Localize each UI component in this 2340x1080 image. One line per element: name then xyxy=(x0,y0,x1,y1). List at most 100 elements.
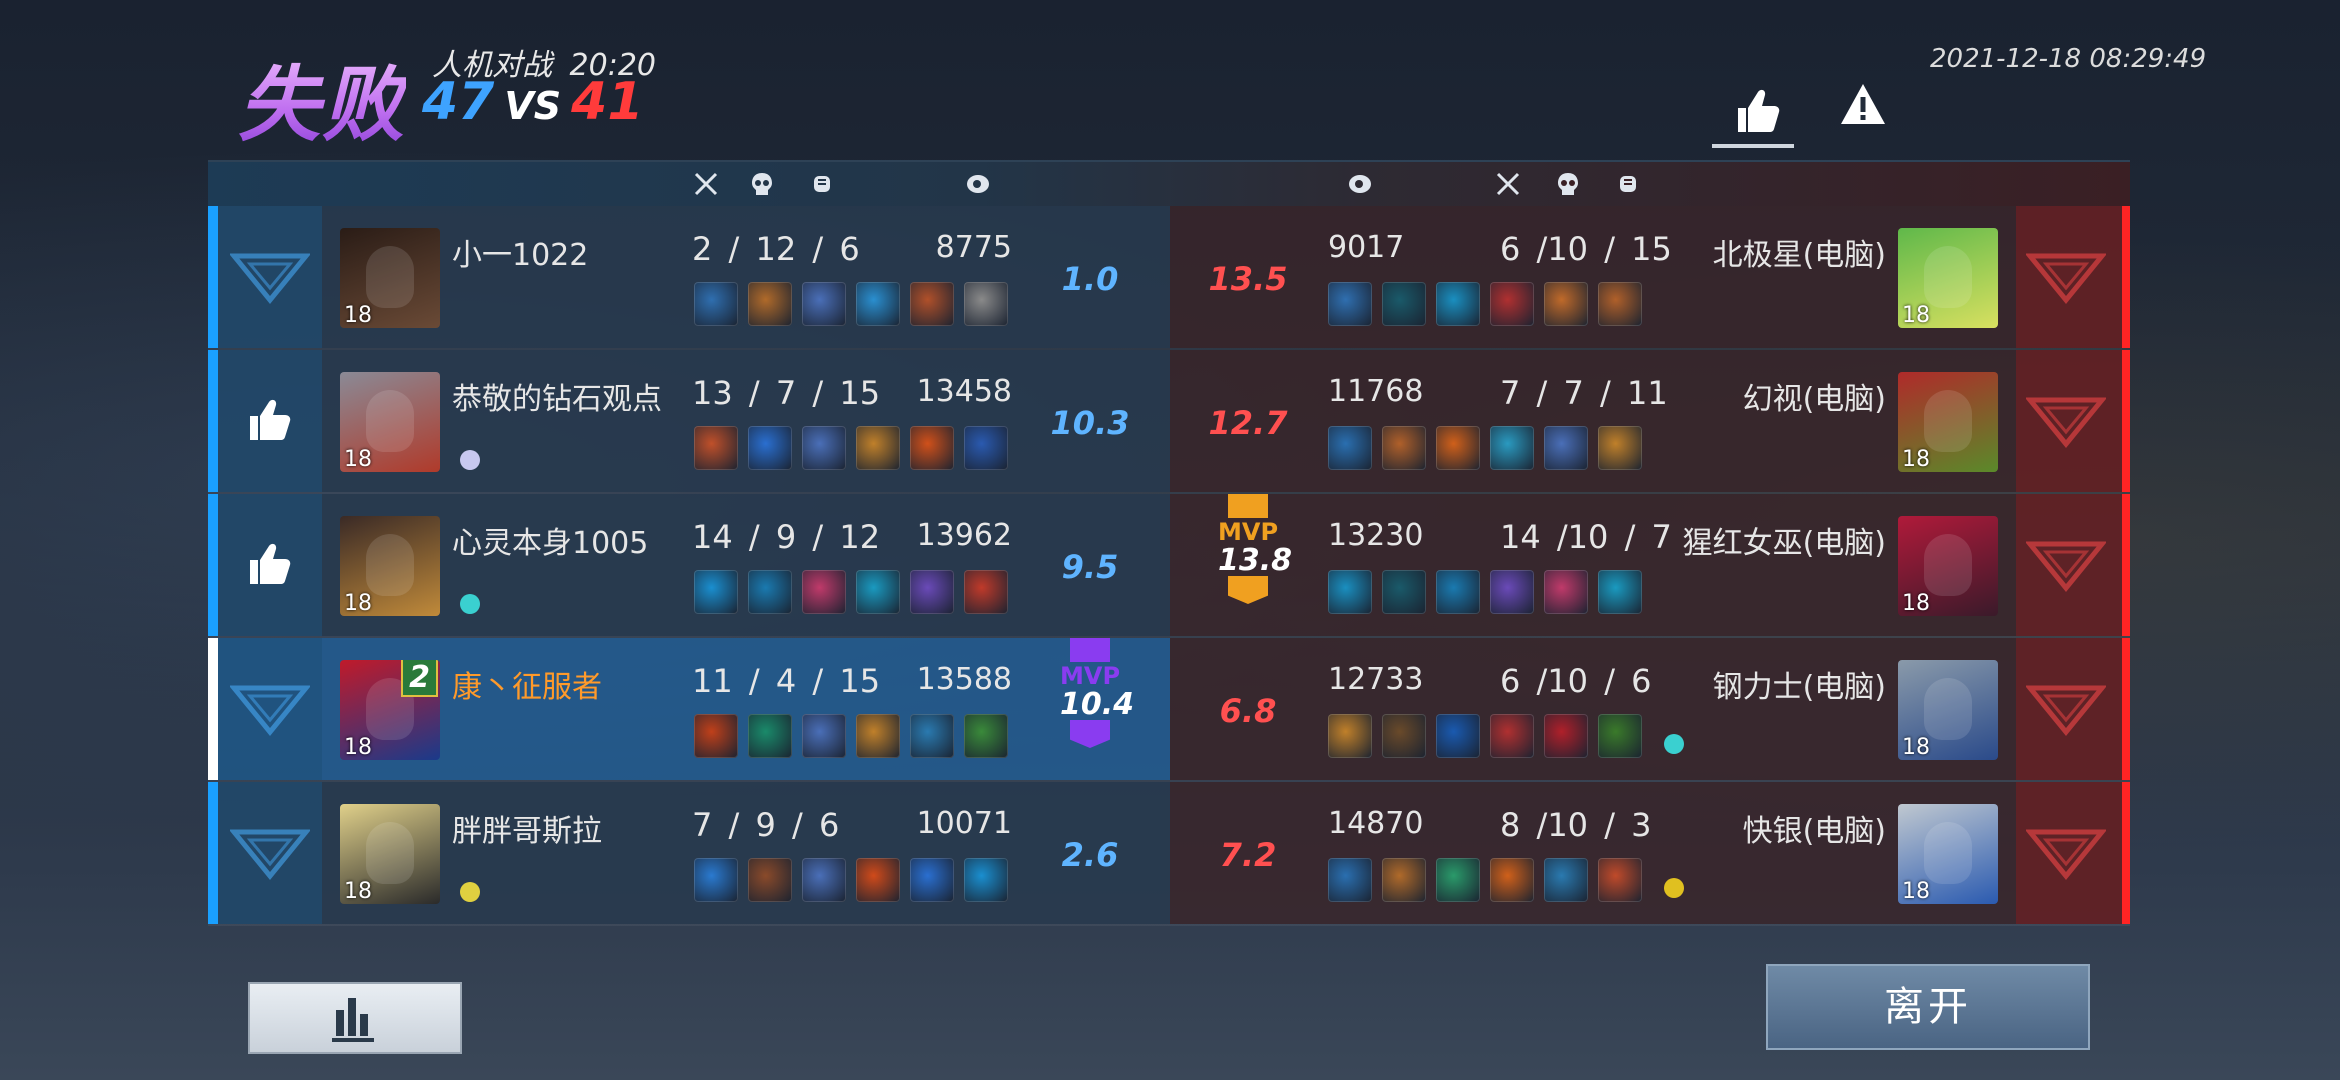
hero-level: 18 xyxy=(1902,303,1930,328)
item-icon xyxy=(694,570,738,614)
item-icon xyxy=(1436,282,1480,326)
hero-avatar: 18 xyxy=(1898,660,1998,760)
hero-avatar: 18 xyxy=(340,804,440,904)
item-icon xyxy=(1598,282,1642,326)
item-icon xyxy=(1436,426,1480,470)
kda: 6 /10 / 6 xyxy=(1500,662,1652,700)
blue-team-strip xyxy=(208,206,218,348)
hero-portrait xyxy=(366,390,414,452)
player-score: 1.0 xyxy=(1061,260,1119,298)
dislike-triangle-icon xyxy=(2024,829,2108,880)
dislike-player-button[interactable] xyxy=(2024,540,2108,592)
dislike-player-button[interactable] xyxy=(2024,252,2108,304)
blue-score: 47 xyxy=(422,72,495,132)
kda: 6 /10 / 15 xyxy=(1500,230,1672,268)
player-name: 康丶征服者 xyxy=(452,670,602,705)
eye-icon xyxy=(967,175,989,193)
item-icon xyxy=(802,426,846,470)
blue-team-strip xyxy=(208,638,218,780)
item-icon xyxy=(802,282,846,326)
kda: 14 / 9 / 12 xyxy=(692,518,881,556)
red-team-strip xyxy=(2122,638,2130,780)
player-row: 18 小一1022 2 / 12 / 6 8775 1.0 13.5 9017 6 /10 /… xyxy=(208,206,2130,350)
player-name: 快银(电脑) xyxy=(1742,814,1886,849)
player-name: 恭敬的钻石观点 xyxy=(452,382,662,417)
item-icon xyxy=(1328,858,1372,902)
item-icon xyxy=(1382,714,1426,758)
item-icon xyxy=(1490,858,1534,902)
player-score: 9.5 xyxy=(1061,548,1119,586)
skull-icon xyxy=(1558,173,1578,195)
hero-level: 18 xyxy=(344,591,372,616)
item-icon xyxy=(694,426,738,470)
hero-avatar: 18 xyxy=(340,516,440,616)
item-icon xyxy=(856,858,900,902)
damage-value: 13230 xyxy=(1328,518,1424,553)
hero-portrait xyxy=(1924,246,1972,308)
hero-portrait xyxy=(1924,822,1972,884)
item-slots xyxy=(694,426,1008,470)
damage-value: 13588 xyxy=(916,662,1012,697)
dislike-triangle-icon xyxy=(228,253,312,304)
item-icon xyxy=(964,714,1008,758)
warning-icon xyxy=(1841,84,1885,124)
item-icon xyxy=(1436,714,1480,758)
item-icon xyxy=(1490,714,1534,758)
result-title: 失败 xyxy=(238,38,406,157)
item-icon xyxy=(964,282,1008,326)
item-icon xyxy=(1490,282,1534,326)
item-icon xyxy=(1382,282,1426,326)
blue-team-strip xyxy=(208,350,218,492)
bar-chart-icon xyxy=(332,998,374,1042)
dislike-player-button[interactable] xyxy=(2024,828,2108,880)
blue-team-strip xyxy=(208,494,218,636)
dislike-player-button[interactable] xyxy=(2024,396,2108,448)
mvp-label: MVP xyxy=(1218,518,1279,546)
title-badge-icon xyxy=(460,450,480,470)
kda: 2 / 12 / 6 xyxy=(692,230,860,268)
like-tab[interactable] xyxy=(1712,78,1794,148)
item-icon xyxy=(856,282,900,326)
player-score: 10.4 xyxy=(1060,687,1135,722)
stats-button[interactable] xyxy=(248,982,462,1054)
report-button[interactable] xyxy=(1838,80,1888,130)
item-icon xyxy=(856,426,900,470)
item-icon xyxy=(1598,570,1642,614)
item-icon xyxy=(910,858,954,902)
dislike-player-button[interactable] xyxy=(228,252,312,304)
item-icon xyxy=(1382,570,1426,614)
team-score: 47 VS 41 xyxy=(422,72,644,132)
dislike-player-button[interactable] xyxy=(228,828,312,880)
player-score: 7.2 xyxy=(1219,836,1277,874)
item-icon xyxy=(748,426,792,470)
dislike-player-button[interactable] xyxy=(228,684,312,736)
player-score: 10.3 xyxy=(1050,404,1130,442)
like-player-button[interactable] xyxy=(242,392,298,448)
damage-value: 14870 xyxy=(1328,806,1424,841)
title-badge-icon xyxy=(1664,878,1684,898)
hero-level: 18 xyxy=(344,879,372,904)
thumbs-up-icon xyxy=(1738,89,1780,132)
leave-button[interactable]: 离开 xyxy=(1766,964,2090,1050)
scoreboard-header xyxy=(208,160,2130,206)
like-player-button[interactable] xyxy=(242,536,298,592)
kda: 7 / 9 / 6 xyxy=(692,806,840,844)
red-team-strip xyxy=(2122,494,2130,636)
damage-value: 13458 xyxy=(916,374,1012,409)
item-icon xyxy=(910,426,954,470)
player-score: 13.8 xyxy=(1218,543,1293,578)
item-icon xyxy=(694,282,738,326)
kda: 7 / 7 / 11 xyxy=(1500,374,1668,412)
item-icon xyxy=(910,714,954,758)
player-name: 小一1022 xyxy=(452,238,589,273)
hero-portrait xyxy=(1924,678,1972,740)
item-icon xyxy=(1544,282,1588,326)
dislike-player-button[interactable] xyxy=(2024,684,2108,736)
player-row: 18 2 康丶征服者 11 / 4 / 15 13588 MVP 10.4 6.8 12733 6… xyxy=(208,638,2130,782)
title-badge-icon xyxy=(460,594,480,614)
mvp-badge: MVP 10.4 xyxy=(1060,638,1135,748)
fist-icon xyxy=(814,176,830,192)
hero-portrait xyxy=(366,534,414,596)
kda: 8 /10 / 3 xyxy=(1500,806,1652,844)
hero-level: 18 xyxy=(1902,447,1930,472)
